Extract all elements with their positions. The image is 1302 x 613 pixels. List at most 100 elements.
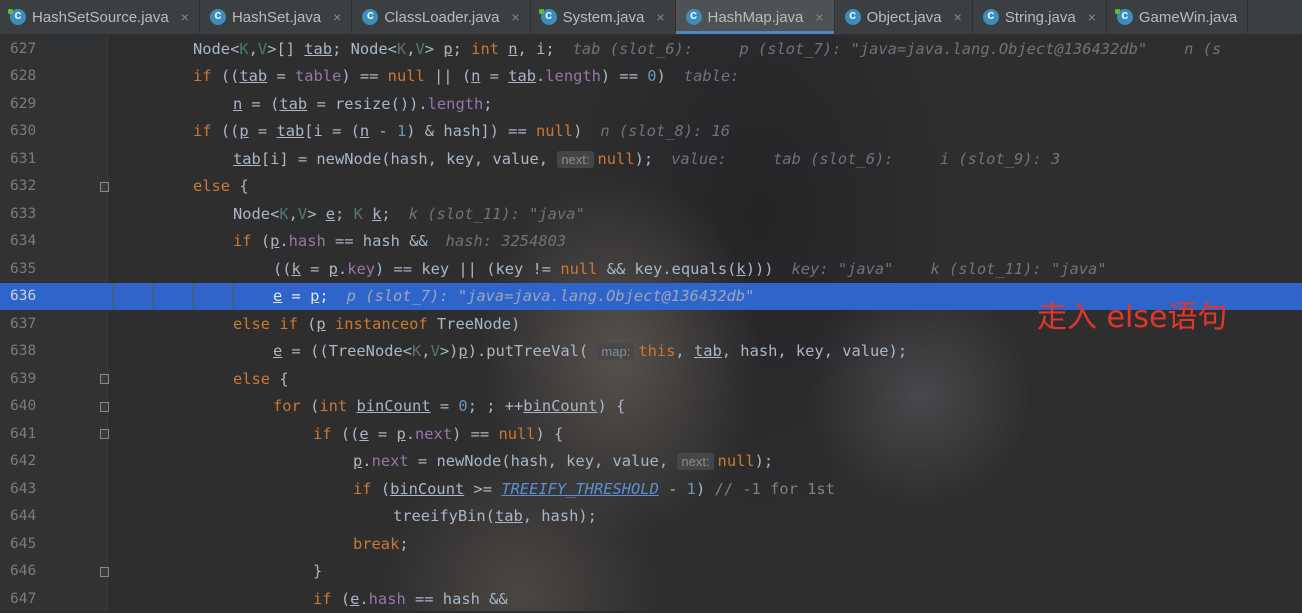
- code-text: p.next = newNode(hash, key, value, next:…: [353, 452, 774, 471]
- fold-marker-icon[interactable]: [100, 374, 109, 384]
- code-line[interactable]: 635 ((k = p.key) == key || (key != null …: [0, 255, 1302, 283]
- close-icon[interactable]: ×: [333, 9, 341, 25]
- code-line[interactable]: 634 if (p.hash == hash && hash: 3254803: [0, 228, 1302, 256]
- code-line[interactable]: 643 if (binCount >= TREEIFY_THRESHOLD - …: [0, 475, 1302, 503]
- close-icon[interactable]: ×: [954, 9, 962, 25]
- debug-inline-value: table:: [683, 67, 740, 86]
- code-text: else {: [193, 177, 249, 196]
- java-class-icon: [685, 7, 702, 25]
- line-number: 635: [10, 260, 37, 277]
- code-line[interactable]: 629 n = (tab = resize()).length;: [0, 90, 1302, 118]
- indent-guide: [153, 282, 154, 310]
- line-number: 628: [10, 68, 37, 85]
- code-line[interactable]: 632 else {: [0, 173, 1302, 201]
- line-number: 646: [10, 563, 37, 580]
- code-text: else {: [233, 369, 289, 388]
- code-text: e = p; p (slot_7): "java=java.lang.Object…: [273, 287, 755, 306]
- code-text: }: [313, 562, 323, 581]
- tab-string[interactable]: String.java ×: [973, 0, 1107, 34]
- tab-label: ClassLoader.java: [384, 8, 500, 26]
- code-text: else if (p instanceof TreeNode): [233, 314, 521, 333]
- close-icon[interactable]: ×: [815, 9, 823, 25]
- java-class-icon: [844, 7, 861, 25]
- tab-gamewin[interactable]: GameWin.java: [1107, 0, 1249, 34]
- tab-label: HashSetSource.java: [32, 8, 169, 26]
- code-line[interactable]: 640 for (int binCount = 0; ; ++binCount)…: [0, 393, 1302, 421]
- code-line[interactable]: 628 if ((tab = table) == null || (n = ta…: [0, 63, 1302, 91]
- code-text: e = ((TreeNode<K,V>)p).putTreeVal( map: t…: [273, 342, 908, 361]
- close-icon[interactable]: ×: [181, 9, 189, 25]
- line-number: 637: [10, 315, 37, 332]
- line-number: 647: [10, 590, 37, 607]
- line-number: 633: [10, 205, 37, 222]
- close-icon[interactable]: ×: [511, 9, 519, 25]
- line-number: 640: [10, 398, 37, 415]
- line-number: 643: [10, 480, 37, 497]
- tab-hashmap[interactable]: HashMap.java ×: [675, 0, 835, 34]
- java-class-icon: [209, 7, 226, 25]
- line-number: 627: [10, 40, 37, 57]
- close-icon[interactable]: ×: [1088, 9, 1096, 25]
- code-line[interactable]: 638 e = ((TreeNode<K,V>)p).putTreeVal( m…: [0, 338, 1302, 366]
- param-hint: next:: [677, 453, 714, 471]
- tab-classloader[interactable]: ClassLoader.java ×: [352, 0, 531, 34]
- line-number: 642: [10, 453, 37, 470]
- fold-marker-icon[interactable]: [100, 429, 109, 439]
- debug-inline-value: k (slot_11): "java": [408, 204, 585, 223]
- indent-guide: [233, 282, 234, 310]
- code-line[interactable]: 627 Node<K,V>[] tab; Node<K,V> p; int n,…: [0, 35, 1302, 63]
- line-number: 631: [10, 150, 37, 167]
- code-text: if ((e = p.next) == null) {: [313, 424, 564, 443]
- code-line[interactable]: 641 if ((e = p.next) == null) {: [0, 420, 1302, 448]
- code-line[interactable]: 644 treeifyBin(tab, hash);: [0, 503, 1302, 531]
- code-text: if (p.hash == hash && hash: 3254803: [233, 232, 567, 251]
- line-number: 639: [10, 370, 37, 387]
- code-text: ((k = p.key) == key || (key != null && k…: [273, 259, 1107, 278]
- code-line[interactable]: 642 p.next = newNode(hash, key, value, n…: [0, 448, 1302, 476]
- code-text: Node<K,V> e; K k; k (slot_11): "java": [233, 204, 585, 223]
- code-text: if (e.hash == hash &&: [313, 589, 508, 608]
- tab-label: Object.java: [866, 8, 942, 26]
- code-line[interactable]: 647 if (e.hash == hash &&: [0, 585, 1302, 613]
- code-line[interactable]: 630 if ((p = tab[i = (n - 1) & hash]) ==…: [0, 118, 1302, 146]
- annotation-label: 走入 else语句: [1037, 300, 1228, 335]
- java-class-icon: [1114, 7, 1133, 25]
- code-line[interactable]: 645 break;: [0, 530, 1302, 558]
- close-icon[interactable]: ×: [656, 9, 664, 25]
- tab-hashsetsource[interactable]: HashSetSource.java ×: [0, 0, 200, 34]
- param-hint: next:: [557, 150, 594, 168]
- tab-label: GameWin.java: [1138, 8, 1238, 26]
- tab-label: System.java: [562, 8, 645, 26]
- debug-inline-value: key: "java" k (slot_11): "java": [791, 259, 1107, 278]
- debug-inline-value: p (slot_7): "java=java.lang.Object@13643…: [346, 287, 755, 306]
- tab-hashset[interactable]: HashSet.java ×: [200, 0, 353, 34]
- indent-guide: [113, 282, 114, 310]
- indent-guide: [193, 282, 194, 310]
- code-line[interactable]: 639 else {: [0, 365, 1302, 393]
- tab-system[interactable]: System.java ×: [531, 0, 676, 34]
- line-number: 632: [10, 178, 37, 195]
- java-class-icon: [982, 7, 999, 25]
- code-line[interactable]: 633 Node<K,V> e; K k; k (slot_11): "java": [0, 200, 1302, 228]
- debug-inline-value: hash: 3254803: [445, 232, 567, 251]
- fold-marker-icon[interactable]: [100, 401, 109, 412]
- code-text: for (int binCount = 0; ; ++binCount) {: [273, 397, 626, 416]
- code-text: if ((p = tab[i = (n - 1) & hash]) == nul…: [193, 122, 731, 141]
- debug-inline-value: value: tab (slot_6): i (slot_9): 3: [671, 149, 1061, 168]
- fold-marker-icon[interactable]: [100, 181, 109, 192]
- code-line[interactable]: 646 }: [0, 558, 1302, 586]
- line-number: 638: [10, 343, 37, 360]
- java-class-icon: [8, 7, 26, 25]
- code-line[interactable]: 631 tab[i] = newNode(hash, key, value, n…: [0, 145, 1302, 173]
- tab-object[interactable]: Object.java ×: [835, 0, 973, 34]
- line-number: 645: [10, 535, 37, 552]
- line-number: 634: [10, 233, 37, 250]
- code-text: Node<K,V>[] tab; Node<K,V> p; int n, i; t…: [193, 39, 1222, 58]
- code-text: treeifyBin(tab, hash);: [393, 507, 597, 526]
- line-number: 636: [10, 288, 37, 305]
- tab-label: HashMap.java: [707, 8, 804, 26]
- fold-marker-icon[interactable]: [100, 566, 109, 577]
- tab-label: String.java: [1004, 8, 1076, 26]
- param-hint: map:: [597, 343, 635, 361]
- debug-inline-value: tab (slot_6): p (slot_7): "java=java.lan…: [572, 39, 1222, 58]
